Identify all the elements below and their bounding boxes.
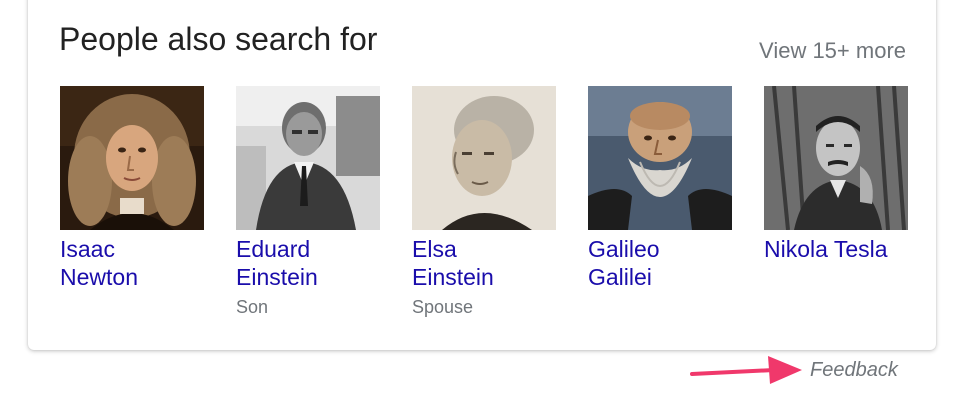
card-title: People also search for <box>59 21 378 57</box>
person-name[interactable]: Nikola Tesla <box>764 235 924 263</box>
person-name-line1[interactable]: Eduard <box>236 235 396 263</box>
feedback-link[interactable]: Feedback <box>810 359 898 382</box>
annotation-arrow-icon <box>690 356 802 384</box>
person-relation: Spouse <box>412 297 474 317</box>
person-card-isaac-newton[interactable]: Isaac Newton <box>60 86 220 291</box>
people-also-search-card: People also search for View 15+ more Isa… <box>28 0 936 350</box>
person-name-line2[interactable]: Einstein <box>412 263 572 291</box>
person-relation: Son <box>236 297 269 317</box>
person-name-line1[interactable]: Nikola Tesla <box>764 235 924 263</box>
person-name[interactable]: Galileo Galilei <box>588 235 748 291</box>
person-name-line2[interactable]: Newton <box>60 263 220 291</box>
person-name-line2[interactable]: Einstein <box>236 263 396 291</box>
people-carousel: Isaac Newton Eduard Einstein Son Elsa Ei… <box>60 86 920 326</box>
person-card-elsa-einstein[interactable]: Elsa Einstein Spouse <box>412 86 572 318</box>
person-name[interactable]: Eduard Einstein <box>236 235 396 291</box>
person-name-line2[interactable]: Galilei <box>588 263 748 291</box>
elsa-einstein-portrait-icon[interactable] <box>412 86 556 230</box>
person-card-galileo-galilei[interactable]: Galileo Galilei <box>588 86 748 291</box>
eduard-einstein-portrait-icon[interactable] <box>236 86 380 230</box>
isaac-newton-portrait-icon[interactable] <box>60 86 204 230</box>
person-name-line1[interactable]: Galileo <box>588 235 748 263</box>
view-more-link[interactable]: View 15+ more <box>759 38 906 64</box>
person-name-line1[interactable]: Isaac <box>60 235 220 263</box>
nikola-tesla-portrait-icon[interactable] <box>764 86 908 230</box>
person-name[interactable]: Isaac Newton <box>60 235 220 291</box>
person-card-eduard-einstein[interactable]: Eduard Einstein Son <box>236 86 396 318</box>
person-card-nikola-tesla[interactable]: Nikola Tesla <box>764 86 924 263</box>
galileo-galilei-portrait-icon[interactable] <box>588 86 732 230</box>
person-name-line1[interactable]: Elsa <box>412 235 572 263</box>
page: People also search for View 15+ more Isa… <box>0 0 972 412</box>
person-name[interactable]: Elsa Einstein <box>412 235 572 291</box>
